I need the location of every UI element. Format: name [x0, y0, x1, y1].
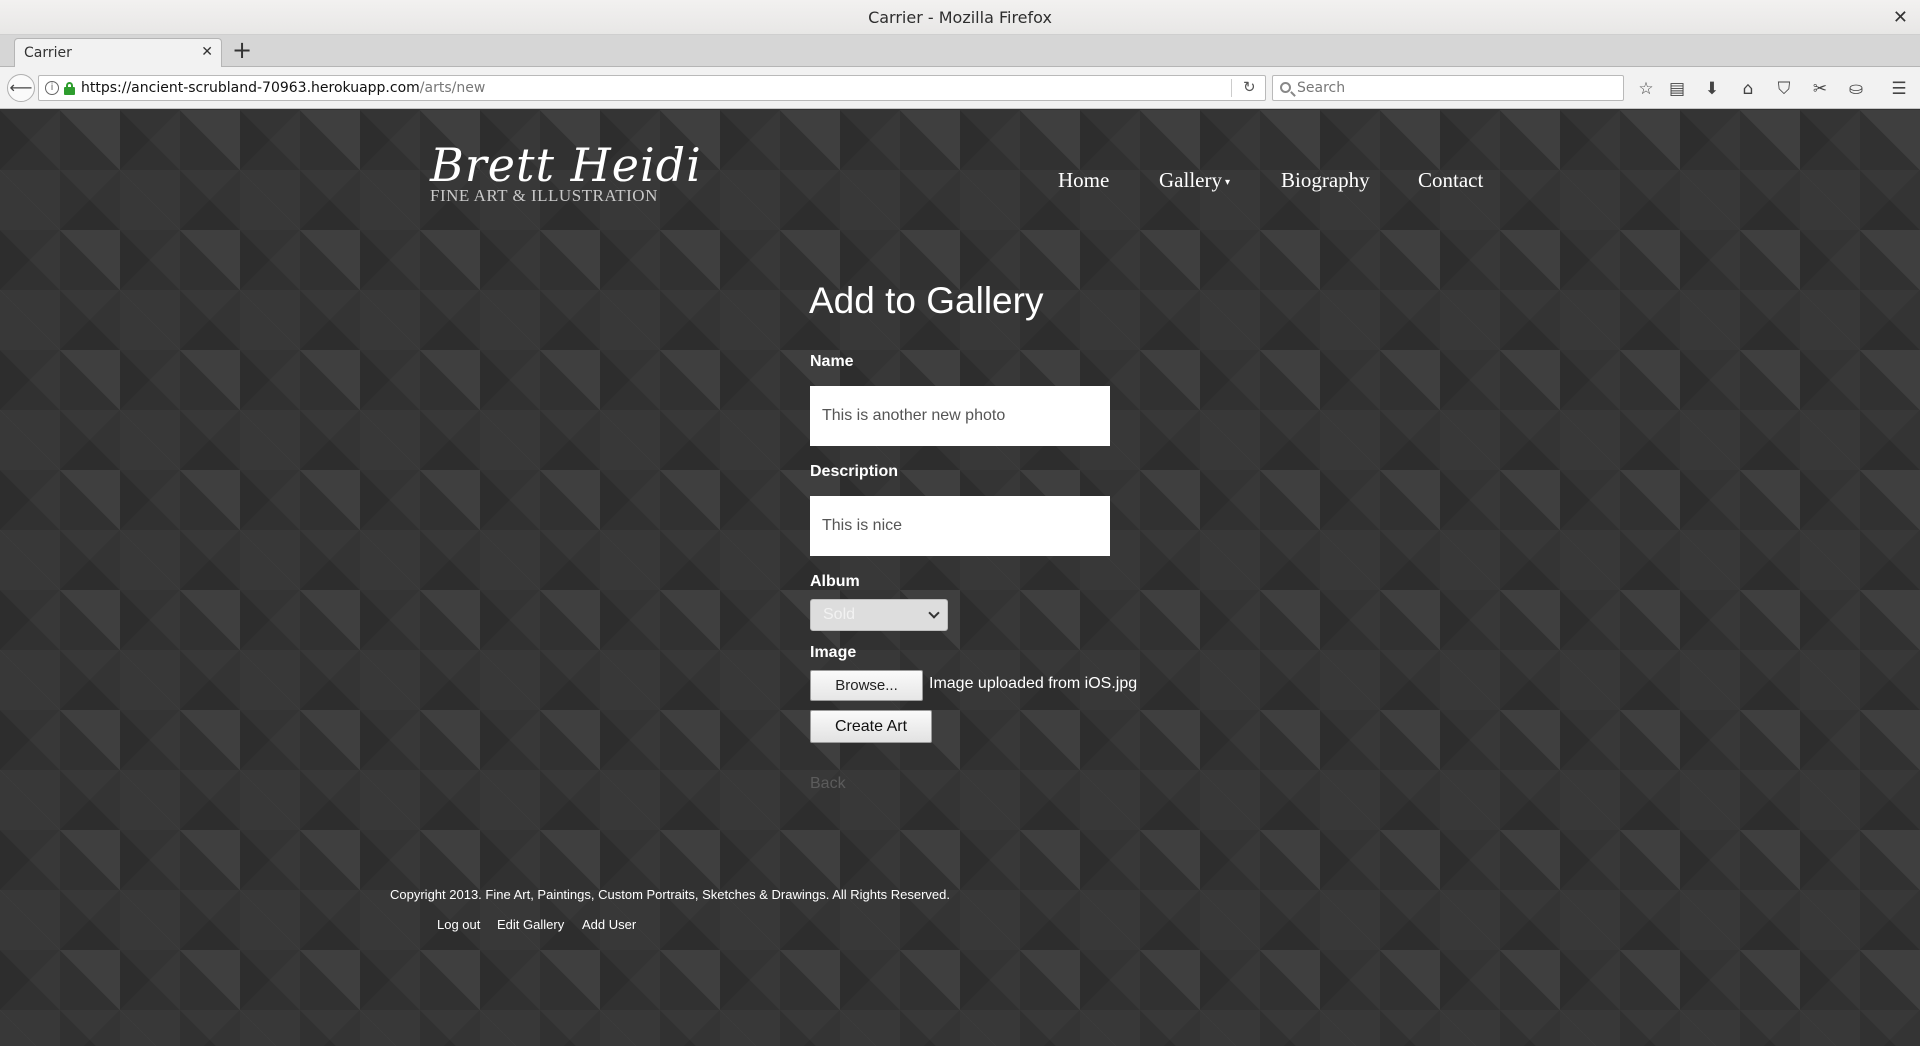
search-bar[interactable] — [1272, 75, 1624, 101]
url-text[interactable]: https://ancient-scrubland-70963.herokuap… — [81, 80, 485, 96]
description-label: Description — [810, 463, 899, 480]
nav-gallery[interactable]: Gallery ▾ — [1159, 168, 1230, 193]
browse-button[interactable]: Browse... — [810, 670, 923, 701]
reload-icon[interactable]: ↻ — [1243, 78, 1256, 96]
url-bar[interactable]: i https://ancient-scrubland-70963.heroku… — [38, 75, 1266, 101]
search-input[interactable] — [1297, 78, 1617, 98]
pocket-icon[interactable]: ⛉ — [1772, 77, 1796, 101]
back-link[interactable]: Back — [810, 775, 846, 793]
edit-gallery-link[interactable]: Edit Gallery — [497, 917, 564, 932]
add-user-link[interactable]: Add User — [582, 917, 636, 932]
chevron-down-icon — [928, 607, 940, 619]
new-tab-icon[interactable]: + — [232, 36, 252, 64]
nav-biography[interactable]: Biography — [1281, 168, 1370, 193]
search-icon — [1280, 82, 1291, 93]
url-divider — [1231, 79, 1232, 97]
url-path: /arts/new — [419, 80, 486, 96]
lock-icon[interactable] — [64, 82, 75, 95]
album-selected-value: Sold — [823, 606, 856, 623]
home-icon[interactable]: ⌂ — [1736, 77, 1760, 101]
window-titlebar: Carrier - Mozilla Firefox ✕ — [0, 0, 1920, 35]
page-content: Brett Heidi FINE ART & ILLUSTRATION Home… — [0, 110, 1920, 1046]
nav-contact[interactable]: Contact — [1418, 168, 1483, 193]
tab-close-icon[interactable]: ✕ — [201, 44, 213, 60]
name-label: Name — [810, 353, 854, 370]
create-art-button[interactable]: Create Art — [810, 710, 932, 743]
navigation-toolbar: ⟵ i https://ancient-scrubland-70963.hero… — [0, 67, 1920, 109]
sync-icon[interactable]: ⛀ — [1844, 77, 1868, 101]
library-icon[interactable]: ▤ — [1665, 77, 1689, 101]
tab-title: Carrier — [24, 45, 72, 61]
screenshot-icon[interactable]: ✂ — [1808, 77, 1832, 101]
page-title: Add to Gallery — [809, 280, 1044, 321]
main-nav: Home Gallery ▾ Biography Contact — [0, 168, 1920, 198]
download-icon[interactable]: ⬇ — [1700, 77, 1724, 101]
tab-carrier[interactable]: Carrier ✕ — [14, 38, 222, 68]
logout-link[interactable]: Log out — [437, 917, 480, 932]
nav-gallery-label: Gallery — [1159, 168, 1222, 192]
nav-home[interactable]: Home — [1058, 168, 1109, 193]
info-icon[interactable]: i — [45, 81, 59, 95]
selected-file-name: Image uploaded from iOS.jpg — [929, 675, 1138, 692]
menu-icon[interactable]: ☰ — [1887, 77, 1911, 101]
description-field[interactable] — [810, 496, 1110, 556]
image-label: Image — [810, 644, 857, 661]
album-select[interactable]: Sold — [810, 599, 948, 631]
back-arrow-icon[interactable]: ⟵ — [7, 74, 35, 102]
album-label: Album — [810, 573, 860, 590]
copyright-text: Copyright 2013. Fine Art, Paintings, Cus… — [390, 887, 950, 902]
bookmark-star-icon[interactable]: ☆ — [1634, 77, 1658, 101]
caret-down-icon: ▾ — [1224, 176, 1231, 188]
tab-strip: Carrier ✕ + — [0, 35, 1920, 68]
window-title: Carrier - Mozilla Firefox — [868, 8, 1052, 27]
url-host: https://ancient-scrubland-70963.herokuap… — [81, 80, 420, 96]
name-field[interactable] — [810, 386, 1110, 446]
window-close-icon[interactable]: ✕ — [1893, 0, 1908, 35]
